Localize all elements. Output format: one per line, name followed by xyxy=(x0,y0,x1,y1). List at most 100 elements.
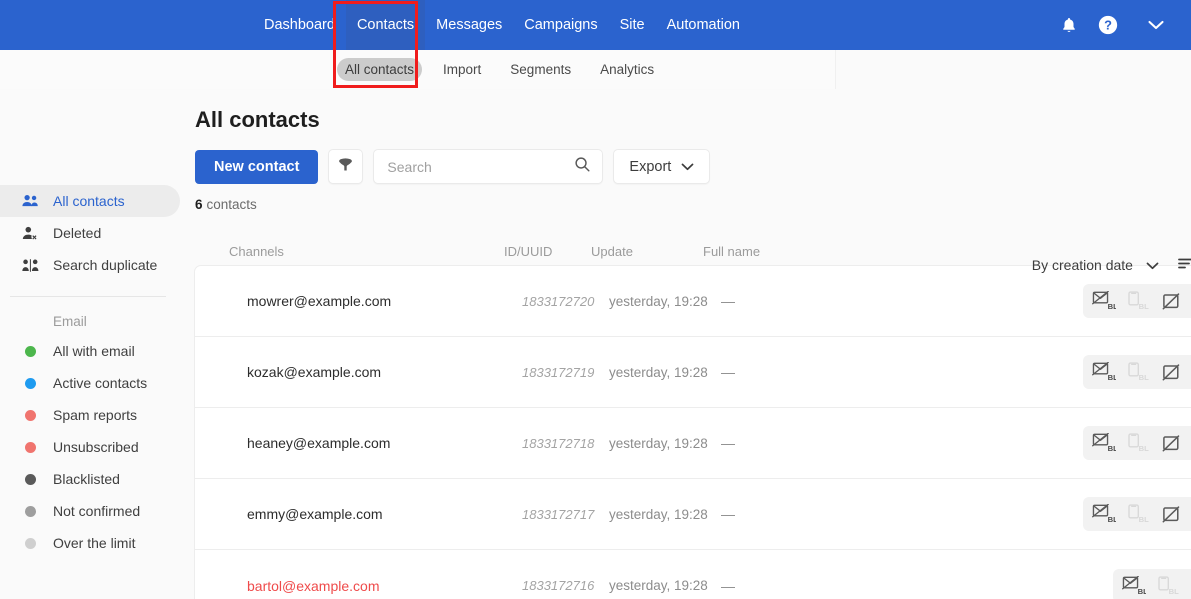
contact-fullname: — xyxy=(721,293,735,309)
funnel-icon xyxy=(337,156,354,178)
sidebar-item-all-contacts[interactable]: All contacts xyxy=(0,185,180,217)
svg-text:BL: BL xyxy=(1139,373,1150,382)
mail-bl-icon[interactable]: BL xyxy=(1122,575,1146,596)
svg-text:?: ? xyxy=(1104,18,1112,33)
people-icon xyxy=(20,194,40,208)
sidebar-filter-label: Not confirmed xyxy=(53,503,141,519)
contacts-count-number: 6 xyxy=(195,196,203,212)
sidebar-filter-unsubscribed[interactable]: Unsubscribed xyxy=(0,431,182,463)
nav-item-automation[interactable]: Automation xyxy=(656,0,751,50)
status-dot-icon xyxy=(24,377,36,389)
search-input[interactable] xyxy=(387,158,575,175)
table-row[interactable]: kozak@example.com 1833172719 yesterday, 19… xyxy=(195,337,1191,408)
mail-check-icon[interactable] xyxy=(1162,434,1181,453)
contact-email[interactable]: emmy@example.com xyxy=(247,506,522,522)
mail-check-icon[interactable] xyxy=(1162,292,1181,311)
row-actions: BL BL xyxy=(1113,568,1191,599)
nav-item-dashboard[interactable]: Dashboard xyxy=(253,0,346,50)
phone-bl-icon[interactable]: BL xyxy=(1127,291,1151,311)
sidebar-filter-spam-reports[interactable]: Spam reports xyxy=(0,399,182,431)
sidebar-filter-not-confirmed[interactable]: Not confirmed xyxy=(0,495,182,527)
sidebar-item-deleted[interactable]: Deleted xyxy=(0,217,182,249)
sort-select[interactable]: By creation date xyxy=(1032,257,1159,273)
nav-item-messages[interactable]: Messages xyxy=(425,0,513,50)
phone-bl-icon[interactable]: BL xyxy=(1127,504,1151,524)
nav-item-contacts[interactable]: Contacts xyxy=(345,0,426,50)
nav-item-campaigns[interactable]: Campaigns xyxy=(513,0,608,50)
contact-fullname: — xyxy=(721,577,735,594)
contact-id: 1833172720 xyxy=(522,293,595,309)
svg-text:BL: BL xyxy=(1169,587,1180,596)
mail-check-icon[interactable] xyxy=(1162,363,1181,382)
contact-id: 1833172718 xyxy=(522,435,595,451)
search-icon[interactable] xyxy=(574,156,591,178)
compare-people-icon xyxy=(20,258,40,273)
sort-select-label: By creation date xyxy=(1031,257,1133,273)
contact-update: yesterday, 19:28 xyxy=(609,293,708,309)
channel-status-group: BL BL xyxy=(1083,355,1191,389)
channel-status-group: BL BL xyxy=(1083,426,1191,460)
bell-icon xyxy=(1060,16,1077,35)
subnav-item-import[interactable]: Import xyxy=(435,58,489,81)
main-content: All contacts New contact Search Export 6… xyxy=(182,89,1191,599)
table-row[interactable]: emmy@example.com 1833172717 yesterday, 19:… xyxy=(195,479,1191,550)
subnav-item-all-contacts[interactable]: All contacts xyxy=(337,58,423,81)
contact-email[interactable]: bartol@example.com xyxy=(247,578,522,594)
svg-text:BL: BL xyxy=(1108,515,1116,524)
phone-bl-icon[interactable]: BL xyxy=(1157,575,1181,596)
mail-bl-icon[interactable]: BL xyxy=(1092,504,1116,524)
subnav-item-segments[interactable]: Segments xyxy=(502,58,579,81)
mail-bl-icon[interactable]: BL xyxy=(1092,291,1116,311)
sidebar-filter-label: Spam reports xyxy=(53,407,138,423)
column-header-id: ID/UUID xyxy=(504,243,553,259)
nav-item-site[interactable]: Site xyxy=(609,0,656,50)
mail-bl-icon[interactable]: BL xyxy=(1092,433,1116,453)
sidebar-filter-active-contacts[interactable]: Active contacts xyxy=(0,367,182,399)
svg-text:BL: BL xyxy=(1108,373,1116,382)
table-row[interactable]: heaney@example.com 1833172718 yesterday, 1… xyxy=(195,408,1191,479)
svg-text:BL: BL xyxy=(1139,515,1150,524)
sort-direction-button[interactable] xyxy=(1177,257,1191,273)
mail-bl-icon[interactable]: BL xyxy=(1092,362,1116,382)
row-actions: BL BL xyxy=(1083,497,1191,531)
channel-status-group: BL BL xyxy=(1083,497,1191,531)
new-contact-button[interactable]: New contact xyxy=(195,149,319,184)
sidebar-item-search-duplicate[interactable]: Search duplicate xyxy=(0,249,182,281)
svg-text:BL: BL xyxy=(1138,587,1146,596)
export-label: Export xyxy=(629,158,672,175)
contact-update: yesterday, 19:28 xyxy=(609,364,708,380)
sidebar-filter-blacklisted[interactable]: Blacklisted xyxy=(0,463,182,495)
search-box[interactable] xyxy=(373,149,604,184)
help-button[interactable]: ? xyxy=(1088,0,1128,50)
filter-button[interactable] xyxy=(328,149,364,184)
svg-text:BL: BL xyxy=(1108,444,1116,453)
contact-email[interactable]: mowrer@example.com xyxy=(247,293,522,309)
phone-bl-icon[interactable]: BL xyxy=(1127,433,1151,453)
sidebar-filter-over-the-limit[interactable]: Over the limit xyxy=(0,527,182,559)
sidebar-filter-label: Unsubscribed xyxy=(53,439,139,455)
account-menu-button[interactable] xyxy=(1128,0,1183,50)
notifications-button[interactable] xyxy=(1048,0,1088,50)
table-row[interactable]: mowrer@example.com 1833172720 yesterday, 1… xyxy=(195,266,1191,337)
sidebar-item-label: Search duplicate xyxy=(53,257,158,273)
contact-email[interactable]: heaney@example.com xyxy=(247,435,522,451)
sidebar: All contacts Deleted Search duplicate Emai… xyxy=(0,89,182,599)
subnav-item-analytics[interactable]: Analytics xyxy=(592,58,662,81)
sub-navigation-bar: All contacts Import Segments Analytics xyxy=(0,50,1191,89)
mail-check-icon[interactable] xyxy=(1162,505,1181,524)
contact-update: yesterday, 19:28 xyxy=(609,435,708,451)
svg-text:BL: BL xyxy=(1108,302,1116,311)
table-row[interactable]: bartol@example.com 1833172716 yesterday, 1… xyxy=(195,550,1191,599)
sidebar-filter-label: Active contacts xyxy=(53,375,148,391)
export-button[interactable]: Export xyxy=(613,149,711,184)
chevron-down-icon xyxy=(1147,20,1164,30)
person-remove-icon xyxy=(20,226,40,241)
status-dot-icon xyxy=(24,345,36,357)
svg-text:BL: BL xyxy=(1139,302,1150,311)
channel-status-group: BL BL xyxy=(1113,568,1191,599)
sidebar-filter-all-with-email[interactable]: All with email xyxy=(0,335,182,367)
svg-text:BL: BL xyxy=(1139,444,1150,453)
phone-bl-icon[interactable]: BL xyxy=(1127,362,1151,382)
sidebar-item-label: All contacts xyxy=(53,193,125,209)
contact-email[interactable]: kozak@example.com xyxy=(247,364,522,380)
